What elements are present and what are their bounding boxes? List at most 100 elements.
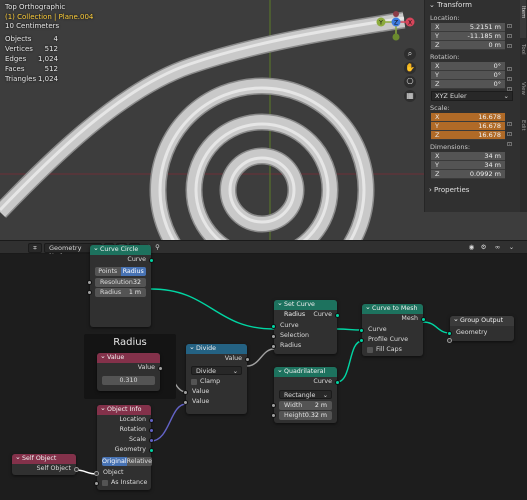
node-value[interactable]: Value Value 0.310 — [97, 351, 163, 391]
width-field[interactable]: Width 2 m — [271, 401, 332, 410]
socket-input[interactable] — [271, 402, 276, 408]
socket-input[interactable] — [94, 470, 99, 476]
socket-output[interactable] — [335, 312, 340, 318]
socket-output[interactable] — [149, 437, 154, 443]
socket-output[interactable] — [158, 365, 163, 371]
lock-icon[interactable]: ⊡ — [507, 86, 514, 94]
socket-output[interactable] — [335, 379, 340, 385]
dimension-z-field[interactable]: Z 0.0992 m — [431, 170, 505, 179]
socket-input[interactable] — [183, 389, 188, 395]
original-button[interactable]: Original — [102, 457, 127, 466]
dimension-y-field[interactable]: Y 34 m — [431, 161, 505, 170]
snap-icon[interactable]: ∞ — [492, 243, 503, 253]
socket-input[interactable] — [183, 399, 188, 405]
node-curve-circle[interactable]: Curve Circle Curve Points Radius Resolut… — [87, 243, 154, 327]
socket-input[interactable] — [87, 279, 92, 285]
tab-edit[interactable]: Edit — [520, 114, 526, 152]
location-y-field[interactable]: Y -11.185 m — [431, 32, 505, 41]
node-header[interactable]: Divide — [186, 342, 247, 354]
lock-icon[interactable]: ⊡ — [507, 131, 514, 139]
node-self-object[interactable]: Self Object Self Object — [12, 452, 79, 475]
overlay-icon[interactable]: ◉ — [466, 243, 477, 253]
node-header[interactable]: Self Object — [12, 452, 76, 464]
socket-output[interactable] — [149, 447, 154, 453]
node-canvas[interactable]: Radius Curve Circle Curve Points Radius … — [0, 243, 527, 500]
node-set-curve-radius[interactable]: Set Curve Radius Curve Curve Selection R… — [271, 298, 340, 354]
socket-input[interactable] — [359, 327, 364, 333]
scale-y-field[interactable]: Y 16.678 — [431, 122, 505, 131]
node-header[interactable]: Curve Circle — [90, 243, 151, 255]
socket-input[interactable] — [271, 323, 276, 329]
socket-input[interactable] — [94, 480, 99, 486]
node-quadrilateral[interactable]: Quadrilateral Curve Rectangle⌄ Width2 m … — [271, 365, 340, 423]
clamp-checkbox[interactable]: Clamp — [186, 377, 247, 387]
navigation-gizmo[interactable]: Y Z X — [375, 10, 421, 44]
rotation-x-field[interactable]: X 0° — [431, 62, 505, 71]
radius-field[interactable]: Radius 1 m — [87, 288, 146, 297]
socket-output[interactable] — [421, 316, 426, 322]
as-instance-checkbox[interactable]: As Instance — [94, 478, 151, 488]
resolution-field[interactable]: Resolution 32 — [87, 278, 146, 287]
lock-icon[interactable]: ⊡ — [507, 76, 514, 84]
rotation-z-field[interactable]: Z 0° — [431, 80, 505, 89]
dimension-x-field[interactable]: X 34 m — [431, 152, 505, 161]
scale-z-field[interactable]: Z 16.678 — [431, 131, 505, 140]
socket-input[interactable] — [87, 289, 92, 295]
node-header[interactable]: Group Output — [450, 314, 514, 326]
lock-icon[interactable]: ⊡ — [507, 121, 514, 129]
socket-input[interactable] — [271, 343, 276, 349]
tab-view[interactable]: View — [520, 76, 526, 114]
socket-input[interactable] — [359, 337, 364, 343]
fill-caps-checkbox[interactable]: Fill Caps — [362, 345, 423, 355]
zoom-icon[interactable]: ⌕ — [404, 48, 416, 60]
node-curve-to-mesh[interactable]: Curve to Mesh Mesh Curve Profile Curve F… — [359, 302, 426, 356]
lock-icon[interactable]: ⊡ — [507, 66, 514, 74]
node-wrangler-icon[interactable]: ⚙ — [478, 243, 489, 253]
socket-output[interactable] — [74, 466, 79, 472]
lock-icon[interactable]: ⊡ — [507, 23, 514, 31]
tab-item[interactable]: Item — [520, 0, 526, 38]
lock-icon[interactable]: ⊡ — [507, 141, 514, 149]
socket-output[interactable] — [245, 356, 250, 362]
node-object-info[interactable]: Object Info Location Rotation Scale Geom… — [94, 403, 154, 490]
operation-dropdown[interactable]: Divide ⌄ — [191, 366, 242, 375]
node-header[interactable]: Quadrilateral — [274, 365, 337, 377]
camera-icon[interactable]: ⎔ — [404, 76, 416, 88]
pan-hand-icon[interactable]: ✋ — [404, 62, 416, 74]
socket-input[interactable] — [271, 412, 276, 418]
node-header[interactable]: Object Info — [97, 403, 151, 415]
node-header[interactable]: Set Curve Radius — [274, 298, 337, 318]
transform-panel-header[interactable]: ⌄ Transform — [425, 0, 520, 11]
editor-type-icon[interactable]: ⌗ — [28, 243, 42, 253]
socket-input[interactable] — [271, 333, 276, 339]
value-field[interactable]: 0.310 — [102, 376, 155, 385]
quad-mode-dropdown[interactable]: Rectangle ⌄ — [279, 390, 332, 399]
socket-output[interactable] — [149, 257, 154, 263]
gizmo-neg-x-axis[interactable] — [393, 11, 399, 17]
tab-tool[interactable]: Tool — [520, 38, 526, 76]
grid-view-icon[interactable]: ▦ — [404, 90, 416, 102]
rotation-y-field[interactable]: Y 0° — [431, 71, 505, 80]
mode-points-button[interactable]: Points — [95, 267, 121, 276]
pin-icon[interactable]: ⚲ — [152, 243, 163, 253]
rotation-mode-select[interactable]: XYZ Euler ⌄ — [431, 91, 513, 101]
node-header[interactable]: Curve to Mesh — [362, 302, 423, 314]
node-group-output[interactable]: Group Output Geometry — [447, 314, 514, 343]
properties-panel-header[interactable]: › Properties — [425, 185, 520, 196]
location-x-field[interactable]: X 5.2151 m — [431, 23, 505, 32]
gizmo-neg-y-axis[interactable] — [392, 33, 400, 41]
node-divide[interactable]: Divide Value Divide⌄ Clamp Value Value — [183, 342, 250, 414]
height-field[interactable]: Height 0.32 m — [271, 411, 332, 420]
socket-input-empty[interactable] — [447, 338, 452, 343]
node-header[interactable]: Value — [97, 351, 160, 363]
chevron-down-icon[interactable]: ⌄ — [506, 243, 517, 253]
socket-input[interactable] — [447, 330, 452, 336]
lock-icon[interactable]: ⊡ — [507, 33, 514, 41]
lock-icon[interactable]: ⊡ — [507, 43, 514, 51]
socket-output[interactable] — [149, 427, 154, 433]
3d-viewport[interactable]: Top Orthographic (1) Collection | Plane.… — [0, 0, 527, 240]
location-z-field[interactable]: Z0 m — [431, 41, 505, 50]
scale-x-field[interactable]: X 16.678 — [431, 113, 505, 122]
relative-button[interactable]: Relative — [126, 457, 153, 466]
socket-output[interactable] — [149, 417, 154, 423]
